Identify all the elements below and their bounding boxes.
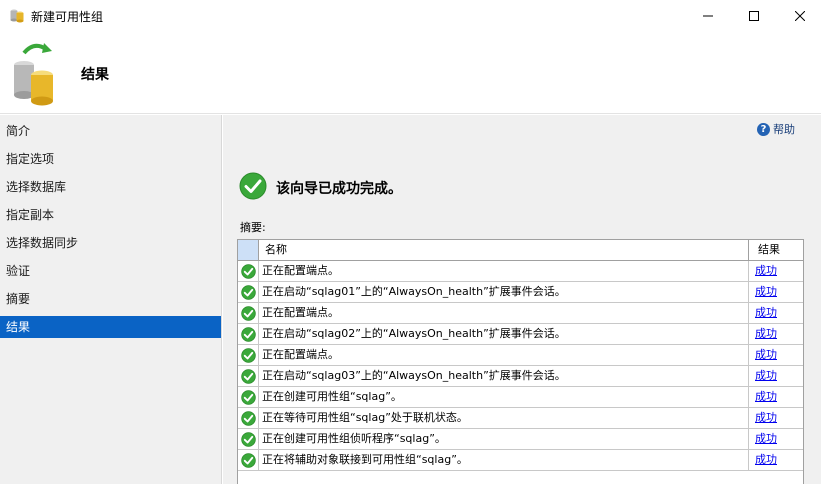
sidebar-item-replicas[interactable]: 指定副本 xyxy=(0,204,221,226)
row-status-cell xyxy=(238,303,259,323)
table-row[interactable]: 正在配置端点。 成功 xyxy=(238,345,803,366)
row-result-link[interactable]: 成功 xyxy=(750,387,803,407)
row-result-link[interactable]: 成功 xyxy=(750,261,803,281)
maximize-icon xyxy=(749,10,759,21)
row-status-cell xyxy=(238,324,259,344)
row-status-cell xyxy=(238,261,259,281)
minimize-button[interactable] xyxy=(685,0,731,31)
row-name-cell: 正在配置端点。 xyxy=(260,303,749,323)
sidebar-item-data-sync[interactable]: 选择数据同步 xyxy=(0,232,221,254)
table-row[interactable]: 正在启动“sqlag01”上的“AlwaysOn_health”扩展事件会话。成… xyxy=(238,282,803,303)
table-row[interactable]: 正在启动“sqlag03”上的“AlwaysOn_health”扩展事件会话。成… xyxy=(238,366,803,387)
success-check-icon xyxy=(240,431,256,447)
status-message: 该向导已成功完成。 xyxy=(276,181,402,197)
row-result-link[interactable]: 成功 xyxy=(750,366,803,386)
success-check-icon xyxy=(240,410,256,426)
sidebar-item-databases[interactable]: 选择数据库 xyxy=(0,176,221,198)
close-button[interactable] xyxy=(777,0,821,31)
results-table: 名称 结果 正在配置端点。 成功 正在启动“sqlag01”上的“AlwaysOn_… xyxy=(237,239,804,484)
wizard-header: 结果 xyxy=(0,31,821,114)
row-name-cell: 正在配置端点。 xyxy=(260,345,749,365)
table-row[interactable]: 正在配置端点。 成功 xyxy=(238,303,803,324)
sidebar-item-summary[interactable]: 摘要 xyxy=(0,288,221,310)
summary-label: 摘要: xyxy=(240,221,266,234)
row-result-link[interactable]: 成功 xyxy=(750,429,803,449)
row-name-cell: 正在配置端点。 xyxy=(260,261,749,281)
column-header-result[interactable]: 结果 xyxy=(750,240,803,260)
table-row[interactable]: 正在创建可用性组“sqlag”。 成功 xyxy=(238,387,803,408)
page-title: 结果 xyxy=(81,67,109,83)
main-panel: ? 帮助 该向导已成功完成。 摘要: 名称 结果 正在配置端点。 成功 正在启动“s… xyxy=(223,115,821,484)
table-row[interactable]: 正在配置端点。 成功 xyxy=(238,261,803,282)
row-result-link[interactable]: 成功 xyxy=(750,345,803,365)
minimize-icon xyxy=(703,15,713,16)
sidebar-item-options[interactable]: 指定选项 xyxy=(0,148,221,170)
row-name-cell: 正在将辅助对象联接到可用性组“sqlag”。 xyxy=(260,450,749,470)
success-check-icon xyxy=(240,284,256,300)
row-name-cell: 正在等待可用性组“sqlag”处于联机状态。 xyxy=(260,408,749,428)
table-row[interactable]: 正在等待可用性组“sqlag”处于联机状态。 成功 xyxy=(238,408,803,429)
table-row[interactable]: 正在启动“sqlag02”上的“AlwaysOn_health”扩展事件会话。成… xyxy=(238,324,803,345)
help-icon: ? xyxy=(757,122,770,136)
success-check-icon xyxy=(240,368,256,384)
row-status-cell xyxy=(238,387,259,407)
row-name-cell: 正在启动“sqlag03”上的“AlwaysOn_health”扩展事件会话。 xyxy=(260,366,749,386)
row-status-cell xyxy=(238,408,259,428)
success-check-icon xyxy=(240,347,256,363)
row-result-link[interactable]: 成功 xyxy=(750,324,803,344)
window-title: 新建可用性组 xyxy=(31,10,104,24)
row-name-cell: 正在启动“sqlag01”上的“AlwaysOn_health”扩展事件会话。 xyxy=(260,282,749,302)
row-result-link[interactable]: 成功 xyxy=(750,303,803,323)
row-name-cell: 正在创建可用性组“sqlag”。 xyxy=(260,387,749,407)
success-check-icon xyxy=(240,305,256,321)
success-check-icon xyxy=(240,389,256,405)
database-cylinders-icon xyxy=(10,9,24,23)
row-status-cell xyxy=(238,282,259,302)
table-header: 名称 结果 xyxy=(238,240,803,261)
maximize-button[interactable] xyxy=(731,0,777,31)
success-check-icon xyxy=(240,326,256,342)
sidebar-item-intro[interactable]: 简介 xyxy=(0,120,221,142)
help-label: 帮助 xyxy=(773,123,795,136)
row-result-link[interactable]: 成功 xyxy=(750,408,803,428)
database-sync-icon xyxy=(14,43,53,106)
row-name-cell: 正在创建可用性组侦听程序“sqlag”。 xyxy=(260,429,749,449)
row-header-corner xyxy=(238,240,259,260)
success-check-icon xyxy=(239,172,267,200)
row-result-link[interactable]: 成功 xyxy=(750,282,803,302)
row-status-cell xyxy=(238,345,259,365)
help-link[interactable]: ? 帮助 xyxy=(757,121,795,137)
row-name-cell: 正在启动“sqlag02”上的“AlwaysOn_health”扩展事件会话。 xyxy=(260,324,749,344)
row-status-cell xyxy=(238,429,259,449)
title-bar: 新建可用性组 xyxy=(0,0,821,31)
row-status-cell xyxy=(238,450,259,470)
close-icon xyxy=(795,10,805,21)
success-check-icon xyxy=(240,452,256,468)
row-status-cell xyxy=(238,366,259,386)
row-result-link[interactable]: 成功 xyxy=(750,450,803,470)
wizard-sidebar: 简介 指定选项 选择数据库 指定副本 选择数据同步 验证 摘要 结果 xyxy=(0,115,222,484)
table-row[interactable]: 正在将辅助对象联接到可用性组“sqlag”。 成功 xyxy=(238,450,803,471)
sidebar-item-validation[interactable]: 验证 xyxy=(0,260,221,282)
success-check-icon xyxy=(240,263,256,279)
sidebar-item-results[interactable]: 结果 xyxy=(0,316,221,338)
column-header-name[interactable]: 名称 xyxy=(260,240,749,260)
table-row[interactable]: 正在创建可用性组侦听程序“sqlag”。 成功 xyxy=(238,429,803,450)
